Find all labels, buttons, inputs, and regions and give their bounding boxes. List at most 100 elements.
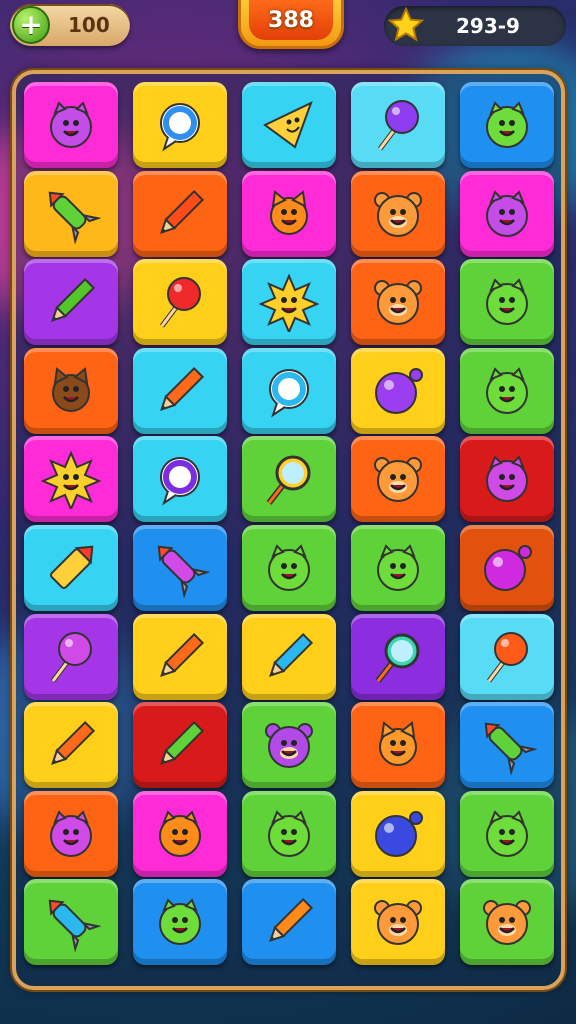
cat-icon <box>379 721 417 767</box>
magnifier-icon <box>266 455 311 506</box>
game-tile[interactable] <box>133 525 227 611</box>
game-tile[interactable] <box>24 613 118 700</box>
game-tile[interactable] <box>460 879 554 966</box>
monster-icon <box>486 101 528 148</box>
game-tile[interactable] <box>242 170 336 257</box>
game-tile[interactable] <box>460 613 554 700</box>
game-tile[interactable] <box>242 82 336 168</box>
cat-icon <box>52 366 90 412</box>
rocket-icon <box>48 191 101 244</box>
bomb-icon <box>375 810 423 857</box>
star-icon <box>388 7 424 42</box>
bear-icon <box>265 723 313 769</box>
game-tile[interactable] <box>133 702 227 789</box>
lollipop-icon <box>51 631 92 683</box>
monster-icon <box>50 810 92 857</box>
speech-bubble-icon <box>160 103 200 152</box>
game-tile[interactable] <box>133 347 227 434</box>
pencil-icon <box>160 366 205 411</box>
pencil-icon <box>269 632 314 677</box>
rocket-icon <box>48 900 101 953</box>
monster-icon <box>486 367 528 414</box>
bear-icon <box>374 457 422 503</box>
nacho-icon <box>263 101 313 149</box>
plus-icon[interactable]: + <box>12 6 50 44</box>
game-tile[interactable] <box>351 82 445 168</box>
monster-icon <box>486 810 528 857</box>
speech-bubble-icon <box>269 368 309 418</box>
game-tile[interactable] <box>242 790 336 877</box>
game-tile[interactable] <box>460 702 554 789</box>
game-tile[interactable] <box>460 82 554 168</box>
game-tile[interactable] <box>351 790 445 877</box>
game-tile[interactable] <box>351 613 445 700</box>
game-tile[interactable] <box>460 525 554 611</box>
monster-icon <box>486 189 528 237</box>
game-tile[interactable] <box>351 436 445 523</box>
top-hud: + 100 388 293-9 <box>0 0 576 60</box>
game-tile[interactable] <box>24 879 118 966</box>
speech-bubble-icon <box>160 457 200 506</box>
pencil-icon <box>160 632 205 677</box>
game-tile[interactable] <box>24 702 118 789</box>
monster-icon <box>486 455 528 503</box>
game-tile[interactable] <box>24 347 118 434</box>
game-tile[interactable] <box>133 436 227 523</box>
game-tile[interactable] <box>351 347 445 434</box>
bear-icon <box>374 900 422 946</box>
rocket-icon <box>157 545 210 598</box>
monster-icon <box>159 898 201 946</box>
game-tile[interactable] <box>24 170 118 257</box>
game-tile[interactable] <box>242 879 336 966</box>
pencil-icon <box>269 898 314 943</box>
monster-icon <box>486 278 528 326</box>
game-tile[interactable] <box>24 82 118 168</box>
pencil-icon <box>160 189 205 234</box>
game-tile[interactable] <box>351 259 445 346</box>
monster-icon <box>50 101 92 148</box>
crayon-icon <box>50 545 94 589</box>
game-tile[interactable] <box>242 259 336 346</box>
pencil-icon <box>160 721 205 766</box>
game-tile[interactable] <box>351 702 445 789</box>
cat-icon <box>270 189 308 235</box>
score-display: 388 <box>238 0 344 49</box>
monster-icon <box>268 810 310 857</box>
game-tile[interactable] <box>133 259 227 346</box>
game-tile[interactable] <box>24 436 118 523</box>
bear-icon <box>483 900 531 946</box>
game-tile[interactable] <box>351 170 445 257</box>
lollipop-icon <box>378 100 419 151</box>
magnifier-icon <box>375 633 420 683</box>
game-tile[interactable] <box>242 702 336 789</box>
game-tile[interactable] <box>24 525 118 611</box>
game-tile[interactable] <box>133 613 227 700</box>
game-tile[interactable] <box>133 170 227 257</box>
game-tile[interactable] <box>133 879 227 966</box>
game-tile[interactable] <box>242 613 336 700</box>
game-tile[interactable] <box>133 790 227 877</box>
game-tile[interactable] <box>133 82 227 168</box>
game-tile[interactable] <box>24 259 118 346</box>
game-tile[interactable] <box>242 525 336 611</box>
pencil-icon <box>51 278 96 323</box>
game-tile[interactable] <box>460 790 554 877</box>
lollipop-icon <box>160 277 201 328</box>
game-tile[interactable] <box>460 170 554 257</box>
monster-icon <box>268 544 310 591</box>
game-board <box>12 70 565 990</box>
game-tile[interactable] <box>351 525 445 611</box>
game-tile[interactable] <box>460 259 554 346</box>
monster-icon <box>159 810 201 857</box>
game-tile[interactable] <box>351 879 445 966</box>
bomb-icon <box>484 545 532 591</box>
sun-icon <box>41 450 101 510</box>
game-tile[interactable] <box>242 347 336 434</box>
game-tile[interactable] <box>460 347 554 434</box>
game-tile[interactable] <box>460 436 554 523</box>
coin-counter[interactable]: + 100 <box>10 4 130 46</box>
game-tile[interactable] <box>242 436 336 523</box>
coin-count: 100 <box>68 13 110 37</box>
bear-icon <box>374 191 422 237</box>
game-tile[interactable] <box>24 790 118 877</box>
